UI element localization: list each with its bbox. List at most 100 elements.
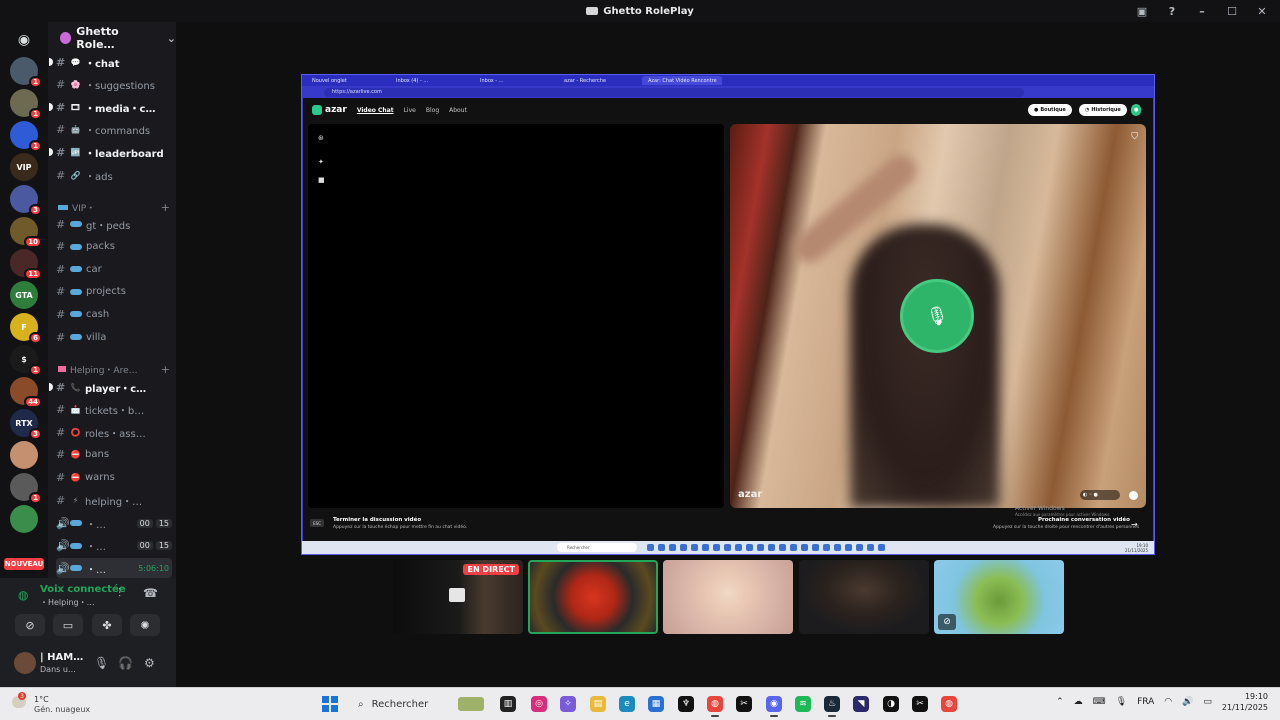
chevron-up-icon[interactable]: ⌃ [1056, 697, 1064, 707]
headphones-icon[interactable]: 🎧 [118, 656, 133, 670]
server-icon[interactable]: 1 [10, 473, 42, 504]
server-icon[interactable] [10, 441, 38, 469]
end-chat-title[interactable]: Terminer la discussion vidéo [333, 517, 421, 523]
boutique-button[interactable]: ● Boutique [1028, 104, 1072, 116]
filter-icon[interactable]: ⊛ [318, 134, 326, 142]
settings-gear-icon[interactable]: ⚙ [144, 656, 155, 670]
participant-tile-speaking[interactable] [528, 560, 658, 634]
server-icon[interactable]: 1 [10, 121, 42, 152]
browser-tab[interactable]: Inbox (4) - ... [390, 76, 470, 85]
server-icon[interactable]: 3 [10, 185, 42, 216]
browser-tab[interactable]: Nouvel onglet [306, 76, 386, 85]
onedrive-icon[interactable]: ☁ [1074, 697, 1083, 707]
maximize-button[interactable]: ☐ [1224, 3, 1240, 19]
channel-item[interactable]: # ⭕ roles・ass… [56, 422, 172, 442]
user-name[interactable]: | HAM… [40, 652, 83, 663]
screen-share-stream[interactable]: Nouvel onglet Inbox (4) - ... Inbox - ... a… [301, 74, 1155, 555]
start-button-icon[interactable] [322, 696, 338, 712]
battery-icon[interactable]: ▭ [1203, 697, 1212, 707]
inbox-icon[interactable]: ▣ [1134, 3, 1150, 19]
server-icon[interactable]: 11 [10, 249, 42, 280]
weather-widget[interactable]: 3 1°C Gén. nuageux [12, 692, 102, 718]
category-helping[interactable]: Helping・Are… + [58, 362, 170, 376]
vs-icon[interactable]: ◥ [853, 696, 869, 712]
next-chat-title[interactable]: Prochaine conversation vidéo [1038, 517, 1130, 523]
participant-tile-avatar[interactable] [663, 560, 793, 634]
server-icon[interactable]: 44 [10, 377, 42, 408]
channel-item[interactable]: 🔊 ・… 00 15 [56, 536, 172, 556]
participant-tile-stream[interactable]: EN DIRECT [393, 560, 523, 634]
channel-item[interactable]: # 📩 tickets・b… [56, 400, 172, 420]
discord-icon[interactable]: ◉ [766, 696, 782, 717]
participant-tile-avatar[interactable] [799, 560, 929, 634]
camera-off-button[interactable]: ⊘ [15, 614, 45, 636]
steam-icon[interactable]: ♨ [824, 696, 840, 717]
category-vip[interactable]: VIP・ + [58, 200, 170, 214]
server-icon[interactable]: RTX 3 [10, 409, 42, 440]
channel-item[interactable]: # 💬 ・chat [49, 52, 172, 72]
clock[interactable]: 19:10 21/11/2025 [1222, 691, 1268, 713]
browser-tab[interactable]: Inbox - ... [474, 76, 554, 85]
channel-item[interactable]: # cash [56, 304, 172, 324]
wifi-icon[interactable]: ◠ [1164, 697, 1172, 707]
azar-logo[interactable]: azar [312, 105, 347, 115]
profile-icon[interactable]: ● [1131, 104, 1142, 116]
arrow-right-icon[interactable]: → [1131, 520, 1138, 529]
microphone-icon[interactable]: 🎙 [1116, 697, 1127, 707]
camera-icon[interactable]: ■ [318, 176, 326, 184]
server-icon[interactable]: VIP [10, 153, 38, 181]
server-icon[interactable]: $1 [10, 345, 42, 376]
browser-tab[interactable]: azar - Recherche [558, 76, 638, 85]
server-icon[interactable] [10, 505, 38, 533]
server-header[interactable]: Ghetto Role… ⌄ [48, 22, 176, 54]
channel-item[interactable]: # ⛔ bans [56, 445, 172, 465]
nav-video-chat[interactable]: Video Chat [357, 107, 394, 114]
channel-item[interactable]: # ⛔ warns [56, 467, 172, 487]
avatar[interactable] [14, 652, 36, 674]
channel-item[interactable]: # 🔗 ・ads [56, 165, 172, 185]
minimize-button[interactable]: – [1194, 3, 1210, 19]
channel-item[interactable]: # gt・peds [56, 214, 172, 234]
channel-item[interactable]: # 🌸 ・suggestions [56, 75, 172, 95]
alienware-icon[interactable]: ♆ [678, 696, 694, 712]
add-channel-icon[interactable]: + [161, 201, 170, 214]
channel-item[interactable]: # 🎞 ・media・c… [49, 97, 172, 117]
channel-item[interactable]: # projects [56, 282, 172, 302]
channel-item[interactable]: # villa [56, 327, 172, 347]
channel-item[interactable]: 🔊 ・… 00 15 [56, 513, 172, 533]
channel-item[interactable]: # 📞 player・c… [49, 377, 172, 397]
soundboard-button[interactable]: ✺ [130, 614, 160, 636]
microphone-icon[interactable]: 🎙 [94, 656, 109, 670]
nav-blog[interactable]: Blog [426, 107, 439, 114]
capcut-icon[interactable]: ✂ [736, 696, 752, 712]
channel-item[interactable]: # 🆙 ・leaderboard [49, 142, 172, 162]
channel-item[interactable]: # packs [56, 237, 172, 257]
address-bar[interactable]: https://azarlive.com [324, 87, 1024, 97]
edge-icon[interactable]: e [619, 696, 635, 712]
spotify-icon[interactable]: ≋ [795, 696, 811, 712]
server-icon[interactable]: 1 [10, 89, 42, 120]
instagram-icon[interactable]: ◎ [531, 696, 547, 712]
language-indicator[interactable]: FRA [1137, 697, 1154, 707]
microphone-button[interactable]: 🎙 [900, 279, 974, 353]
chrome-icon[interactable]: ◍ [707, 696, 723, 717]
capcut-icon[interactable]: ✂ [912, 696, 928, 712]
store-icon[interactable]: ▦ [648, 696, 664, 712]
channel-item[interactable]: # 🤖 ・commands [56, 120, 172, 140]
discord-home-icon[interactable]: ◉ [10, 26, 38, 54]
signal-icon[interactable]: ◍ [18, 588, 28, 602]
taskbar-search[interactable]: ⌕ Rechercher [350, 692, 490, 716]
obs-icon[interactable]: ◑ [883, 696, 899, 712]
nav-live[interactable]: Live [404, 107, 416, 114]
channel-item[interactable]: # car [56, 259, 172, 279]
server-icon[interactable]: 1 [10, 57, 42, 88]
help-icon[interactable]: ? [1164, 3, 1180, 19]
activities-button[interactable]: ✤ [92, 614, 122, 636]
file-explorer-icon[interactable]: ▤ [590, 696, 606, 712]
server-icon[interactable]: 10 [10, 217, 42, 248]
copilot-icon[interactable]: ✧ [560, 696, 576, 712]
task-view-icon[interactable]: ▥ [500, 696, 516, 712]
record-icon[interactable] [1129, 491, 1138, 500]
voice-channel-name[interactable]: ・Helping・… [40, 597, 95, 608]
chrome-profile-icon[interactable]: ◍ [941, 696, 957, 712]
